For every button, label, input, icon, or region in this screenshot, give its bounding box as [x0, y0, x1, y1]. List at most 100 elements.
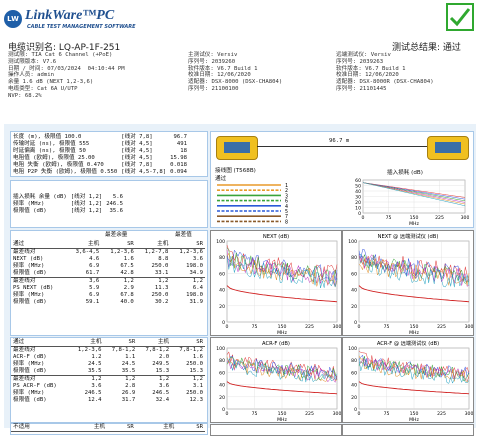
table-cell: 59.1 — [85, 299, 100, 305]
table-cell: 24.5 — [121, 361, 136, 367]
table-cell: 1.2 — [91, 354, 102, 360]
table-cell: 31.7 — [121, 397, 136, 403]
length-block: 长度 (m), 极限值 100.0 [线对 7,8] 96.7 传输时延 (ns), … — [10, 131, 208, 177]
table-row: 频率 (MHz) [线对 1,2] 246.5 — [11, 201, 125, 208]
table-cell: 2.0 — [159, 354, 170, 360]
table-cell: 频率 (MHz) — [13, 292, 45, 298]
table-cell: 极限值 (dB) — [13, 368, 47, 374]
insertion-chart: 60504030201000 75 150 225 300MHz — [355, 178, 469, 226]
table-title-margin: 最差余量 — [105, 232, 128, 238]
table-row: 频率 (MHz) 6.9 67.5 250.0 198.0 — [11, 263, 205, 270]
y-tick-label: 80 — [219, 358, 225, 364]
table-cell: 11.3 — [154, 285, 169, 291]
table-cell: 61.7 — [85, 270, 100, 276]
cell-pair: [线对 1,2] — [70, 201, 103, 207]
acrf-chart: ACR-F (dB) 100 80 60 40 20 0 0 75 150 225 300 MHz — [210, 337, 342, 423]
info_left-line: 测试限: TIA Cat 6 Channel (+PoE) — [8, 52, 113, 58]
y-tick-label: 60 — [219, 370, 225, 376]
header-cell: SR — [171, 339, 205, 347]
table-cell: 最差线对 — [13, 249, 36, 255]
cell-value: 0.018 — [170, 162, 187, 168]
cell-pair: [线对 4,5] — [121, 141, 153, 147]
cell-label: 电阻 P2P 失衡 (欧姆), 极限值 0.550 — [13, 169, 118, 175]
x-tick-label: 150 — [410, 324, 419, 330]
table-cell: 3.6 — [192, 256, 203, 262]
x-tick-label: 225 — [437, 324, 446, 330]
logo-icon: LW — [4, 10, 22, 28]
table-row: 最差线对 3,6 1,2 1,2 1,2 — [11, 277, 205, 285]
table-cell: 67.5 — [120, 263, 134, 269]
table-cell: 250.0 — [186, 390, 203, 396]
y-tick-label: 60 — [351, 271, 357, 277]
x-tick-label: 75 — [386, 215, 392, 221]
header-cell: 通过 — [11, 241, 67, 249]
info_right-line: 远端测试仪: Versiv — [336, 52, 391, 58]
cell-value: 96.7 — [173, 134, 187, 140]
brand-title: LinkWare™PC — [25, 8, 115, 23]
table-cell: 6.4 — [192, 285, 203, 291]
x-tick-label: 300 — [333, 324, 341, 330]
table-cell: 40.0 — [120, 299, 134, 305]
cell-label: 频率 (MHz) — [13, 201, 45, 207]
table-row: 传输时延 (ns), 极限值 555 [线对 4,5] 491 — [11, 141, 189, 148]
header-cell: 通过 — [11, 339, 70, 347]
y-tick-label: 80 — [351, 255, 357, 261]
table-row: 极限值 (dB) 61.7 42.8 33.1 34.9 — [11, 270, 205, 278]
table-cell: 34.9 — [189, 270, 203, 276]
cell-label: 时延偏离 (ns), 极限值 50 — [13, 148, 86, 154]
cell-label: 传输时延 (ns), 极限值 555 — [13, 141, 90, 147]
x-tick-label: 225 — [305, 411, 314, 417]
table-cell: 频率 (MHz) — [13, 390, 45, 396]
table-cell: 31.9 — [189, 299, 203, 305]
table-row: ACR-F (dB) 1.2 1.1 2.0 1.6 — [11, 354, 205, 361]
x-tick-label: 0 — [358, 411, 361, 417]
x-axis-label: MHz — [409, 417, 419, 422]
pass-check-icon — [446, 3, 474, 31]
table-row: 插入损耗 余量 (dB) [线对 1,2] 5.6 — [11, 194, 125, 201]
table-cell: 198.0 — [186, 292, 203, 298]
table-cell: 12.3 — [189, 397, 203, 403]
table-cell: 15.3 — [155, 368, 170, 374]
y-tick-label: 60 — [355, 178, 361, 184]
y-tick-label: 60 — [351, 370, 357, 376]
table-row: 时延偏离 (ns), 极限值 50 [线对 4,5] 18 — [11, 148, 189, 155]
table-cell: 35.5 — [121, 368, 136, 374]
wiremap-title: 接线图 (T568B) — [215, 168, 256, 174]
table-cell: NEXT (dB) — [13, 256, 44, 262]
info_left-line: 电缆类型: Cat 6A U/UTP — [8, 85, 78, 92]
acrf-table: 通过 主机 SR 主机 SR 最差线对 1,2-3,6 7,8-1,2 7,8-1,2 7,8-1… — [10, 337, 208, 423]
x-tick-label: 0 — [362, 215, 365, 221]
table-row: 最差线对 1,2 1,2 1,2 1,2 — [11, 375, 205, 383]
cell-value: 0.094 — [170, 169, 187, 175]
header: LW LinkWare™PC CABLE TEST MANAGEMENT SOF… — [0, 0, 480, 36]
table-cell: 1,2 — [69, 375, 104, 383]
cell-pair: [线对 7,8] — [121, 134, 153, 140]
y-tick-label: 30 — [355, 195, 361, 201]
x-tick-label: 225 — [305, 324, 314, 330]
table-cell: 7,8-1,2 — [179, 347, 203, 353]
table-cell: 3,6 — [66, 277, 102, 285]
table-cell: 1,2-7,8 — [144, 249, 169, 255]
x-tick-label: 75 — [384, 411, 390, 417]
header-cell: SR — [101, 241, 136, 249]
x-tick-label: 75 — [252, 411, 258, 417]
na-table: 不适用 主机 SR 主机 SR — [10, 423, 208, 435]
table-cell: 3.6 — [91, 383, 102, 389]
cell-label: 极限值 (dB) — [13, 208, 47, 214]
table-cell: ACR-F (dB) — [13, 354, 47, 360]
header-cell: 主机 — [69, 339, 104, 347]
x-tick-label: 300 — [333, 411, 341, 417]
x-tick-label: 0 — [226, 324, 229, 330]
x-tick-label: 0 — [358, 324, 361, 330]
info_mid-line: 适配器: DSX-8000 (DSX-CHA804) — [188, 79, 283, 86]
table-cell: 32.4 — [155, 397, 170, 403]
table-cell: 5.9 — [89, 285, 100, 291]
cell-label: 插入损耗 余量 (dB) — [13, 194, 67, 200]
table-cell: 8.8 — [158, 256, 169, 262]
table-row: 频率 (MHz) 6.9 67.8 250.0 198.0 — [11, 292, 205, 299]
table-row: 频率 (MHz) 24.5 24.5 249.5 250.0 — [11, 361, 205, 368]
table-cell: 1,2 — [135, 277, 171, 285]
table-cell: 67.8 — [120, 292, 134, 298]
table-cell: 极限值 (dB) — [13, 397, 47, 403]
table-cell: PS ACR-F (dB) — [13, 383, 57, 389]
